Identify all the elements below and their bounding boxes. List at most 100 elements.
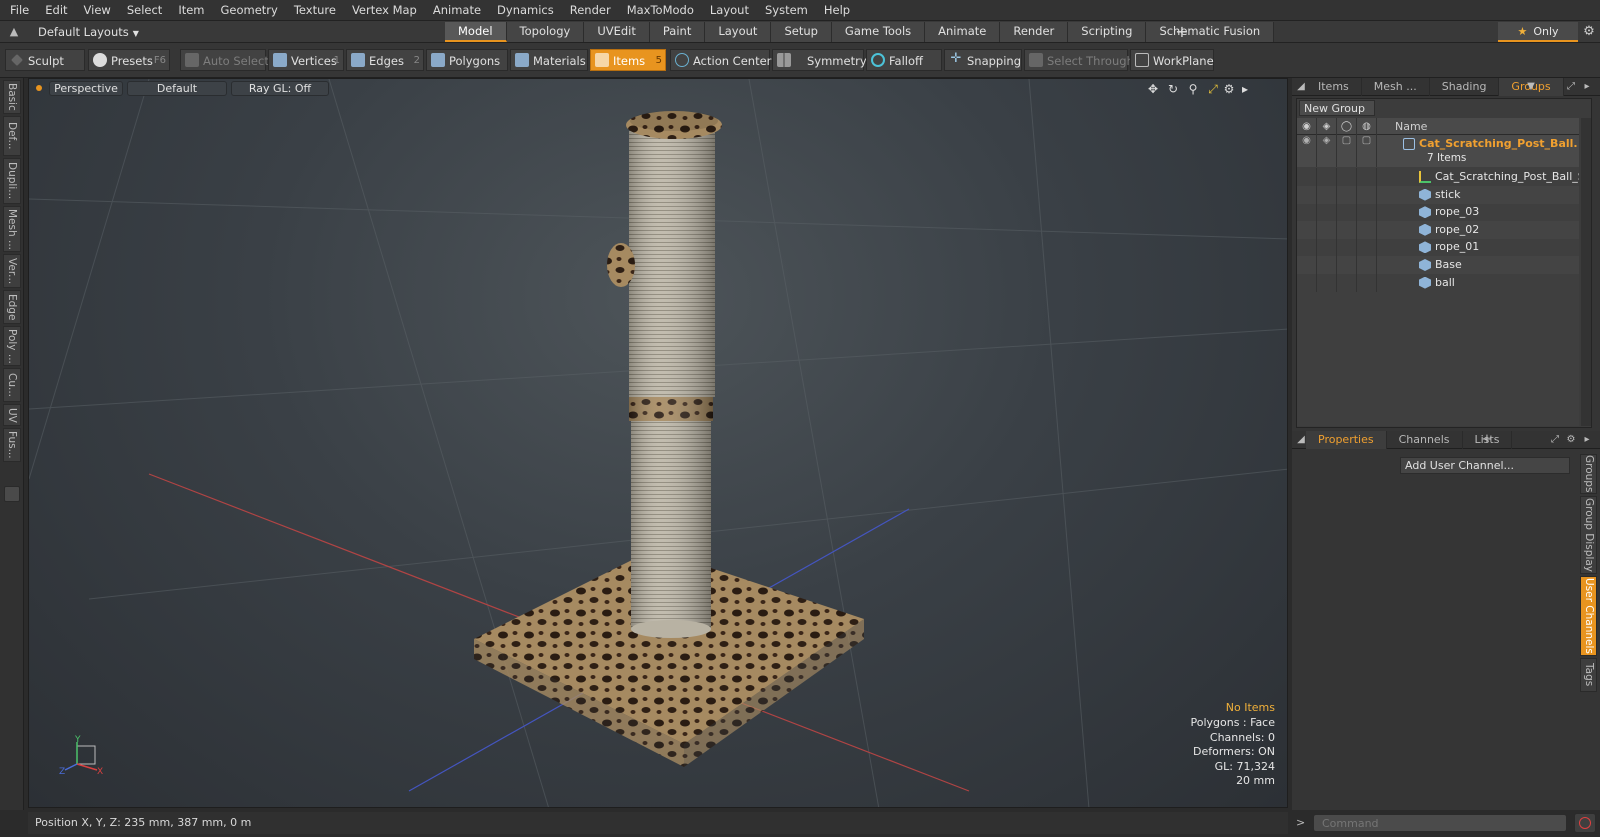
pan-icon[interactable]: ✥ — [1145, 81, 1161, 97]
vertices-button[interactable]: Vertices 1 — [268, 49, 344, 71]
menu-help[interactable]: Help — [816, 0, 858, 21]
snapping-button[interactable]: ✛ Snapping — [944, 49, 1022, 71]
layout-dropdown[interactable]: Default Layouts ▼ — [30, 23, 147, 41]
group-row-rope-02[interactable]: rope_02 — [1297, 220, 1579, 239]
polygons-button[interactable]: Polygons — [426, 49, 508, 71]
menu-vertex-map[interactable]: Vertex Map — [344, 0, 425, 21]
presets-button[interactable]: Presets F6 — [88, 49, 170, 71]
viewport-arrow-icon[interactable]: ▸ — [1237, 81, 1253, 97]
add-user-channel-button[interactable]: Add User Channel... — [1400, 457, 1570, 474]
row-eye-icon[interactable] — [1297, 203, 1317, 222]
raygl-button[interactable]: Ray GL: Off — [231, 81, 329, 96]
panel-tab-items[interactable]: Items — [1306, 77, 1362, 96]
auto-select-button[interactable]: Auto Select — [180, 49, 269, 71]
panel-handle-icon[interactable]: ◢ — [1294, 79, 1308, 95]
menu-geometry[interactable]: Geometry — [213, 0, 286, 21]
panel-arrow-icon[interactable]: ▸ — [1580, 79, 1594, 95]
menu-texture[interactable]: Texture — [286, 0, 344, 21]
lower-tab-properties[interactable]: Properties — [1306, 430, 1387, 449]
lower-tab-channels[interactable]: Channels — [1387, 430, 1463, 449]
layout-tab-scripting[interactable]: Scripting — [1068, 22, 1147, 42]
row-render-icon[interactable] — [1317, 185, 1337, 204]
ball[interactable] — [607, 243, 635, 287]
row-render-icon[interactable] — [1317, 220, 1337, 239]
layout-tab-model[interactable]: Model — [445, 22, 507, 42]
eye-icon[interactable]: ◉ — [1297, 118, 1317, 135]
row-lock-icon[interactable]: ▢ — [1337, 135, 1357, 167]
workplane-button[interactable]: WorkPlane — [1130, 49, 1214, 71]
name-column-header[interactable]: Name — [1395, 118, 1427, 135]
groups-scrollbar[interactable] — [1581, 118, 1591, 426]
panel-tab-mesh[interactable]: Mesh ... — [1362, 77, 1430, 96]
row-eye-icon[interactable] — [1297, 238, 1317, 257]
edges-button[interactable]: Edges 2 — [346, 49, 424, 71]
row-render-icon[interactable] — [1317, 256, 1337, 274]
row-render-icon[interactable] — [1317, 203, 1337, 222]
left-tab-dupli[interactable]: Dupli... — [3, 158, 21, 204]
menu-file[interactable]: File — [0, 0, 37, 21]
gear-icon[interactable]: ⚙ — [1580, 23, 1598, 41]
row-eye-icon[interactable] — [1297, 185, 1317, 204]
viewport-gear-icon[interactable]: ⚙ — [1221, 81, 1237, 97]
row-render-icon[interactable] — [1317, 238, 1337, 257]
sculpt-button[interactable]: Sculpt — [5, 49, 85, 71]
row-lock-icon[interactable] — [1337, 220, 1357, 239]
layout-tab-animate[interactable]: Animate — [925, 22, 1001, 42]
group-row-root[interactable]: ◉ ◈ ▢ ▢ Cat_Scratching_Post_Ball... 7 Items — [1297, 135, 1579, 167]
left-tab-ver[interactable]: Ver... — [3, 254, 21, 288]
lower-gear-icon[interactable]: ⚙ — [1564, 432, 1578, 448]
shading-button[interactable]: Default — [127, 81, 227, 96]
items-button[interactable]: Items 5 — [590, 49, 666, 71]
3d-viewport[interactable]: Perspective Default Ray GL: Off ✥ ↻ ⚲ ⤢ … — [28, 78, 1288, 808]
new-group-button[interactable]: New Group — [1299, 100, 1375, 116]
lock-icon[interactable]: ◯ — [1337, 118, 1357, 135]
menu-maxtomodo[interactable]: MaxToModo — [619, 0, 702, 21]
layout-tab-paint[interactable]: Paint — [649, 22, 706, 42]
left-tab-cu[interactable]: Cu... — [3, 368, 21, 402]
row-select-icon[interactable] — [1357, 168, 1377, 186]
action-center-button[interactable]: Action Center — [670, 49, 771, 71]
row-eye-icon[interactable]: ◉ — [1297, 135, 1317, 167]
left-strip-toggle[interactable] — [4, 486, 20, 502]
symmetry-button[interactable]: Symmetry — [772, 49, 867, 71]
left-tab-uv[interactable]: UV — [3, 404, 21, 426]
left-tab-edge[interactable]: Edge — [3, 290, 21, 324]
layout-tab-game-tools[interactable]: Game Tools — [831, 22, 926, 42]
expand-icon[interactable]: ⤢ — [1564, 79, 1578, 95]
row-lock-icon[interactable] — [1337, 185, 1357, 204]
row-render-icon[interactable] — [1317, 273, 1337, 292]
layout-tab-layout[interactable]: Layout — [705, 22, 772, 42]
layout-tab-schematic-fusion[interactable]: Schematic Fusion — [1146, 22, 1275, 42]
row-eye-icon[interactable] — [1297, 273, 1317, 292]
vtab-groups[interactable]: Groups — [1580, 454, 1597, 494]
menu-animate[interactable]: Animate — [425, 0, 489, 21]
menu-view[interactable]: View — [76, 0, 119, 21]
vtab-user-channels[interactable]: User Channels — [1580, 576, 1597, 656]
row-lock-icon[interactable] — [1337, 273, 1357, 292]
lower-expand-icon[interactable]: ⤢ — [1548, 432, 1562, 448]
left-tab-poly[interactable]: Poly ... — [3, 326, 21, 366]
row-eye-icon[interactable] — [1297, 220, 1317, 239]
view-type-button[interactable]: Perspective — [49, 81, 123, 96]
group-row-rope-01[interactable]: rope_01 — [1297, 238, 1579, 257]
layout-tab-render[interactable]: Render — [1000, 22, 1069, 42]
layout-pin-icon[interactable]: ▲ — [6, 24, 22, 40]
menu-layout[interactable]: Layout — [702, 0, 757, 21]
row-select-icon[interactable]: ▢ — [1357, 135, 1377, 167]
row-select-icon[interactable] — [1357, 238, 1377, 257]
vtab-tags[interactable]: Tags — [1580, 658, 1597, 692]
fit-icon[interactable]: ⤢ — [1205, 81, 1221, 97]
menu-system[interactable]: System — [757, 0, 816, 21]
left-tab-basic[interactable]: Basic — [3, 80, 21, 114]
viewport-options-dot[interactable] — [36, 85, 42, 91]
menu-edit[interactable]: Edit — [37, 0, 75, 21]
layout-tab-setup[interactable]: Setup — [771, 22, 832, 42]
row-select-icon[interactable] — [1357, 256, 1377, 274]
vtab-group-display[interactable]: Group Display — [1580, 496, 1597, 574]
command-input[interactable] — [1313, 814, 1567, 832]
row-select-icon[interactable] — [1357, 185, 1377, 204]
lower-arrow-icon[interactable]: ▸ — [1580, 432, 1594, 448]
row-select-icon[interactable] — [1357, 273, 1377, 292]
falloff-button[interactable]: Falloff — [866, 49, 942, 71]
left-tab-fus[interactable]: Fus... — [3, 428, 21, 462]
